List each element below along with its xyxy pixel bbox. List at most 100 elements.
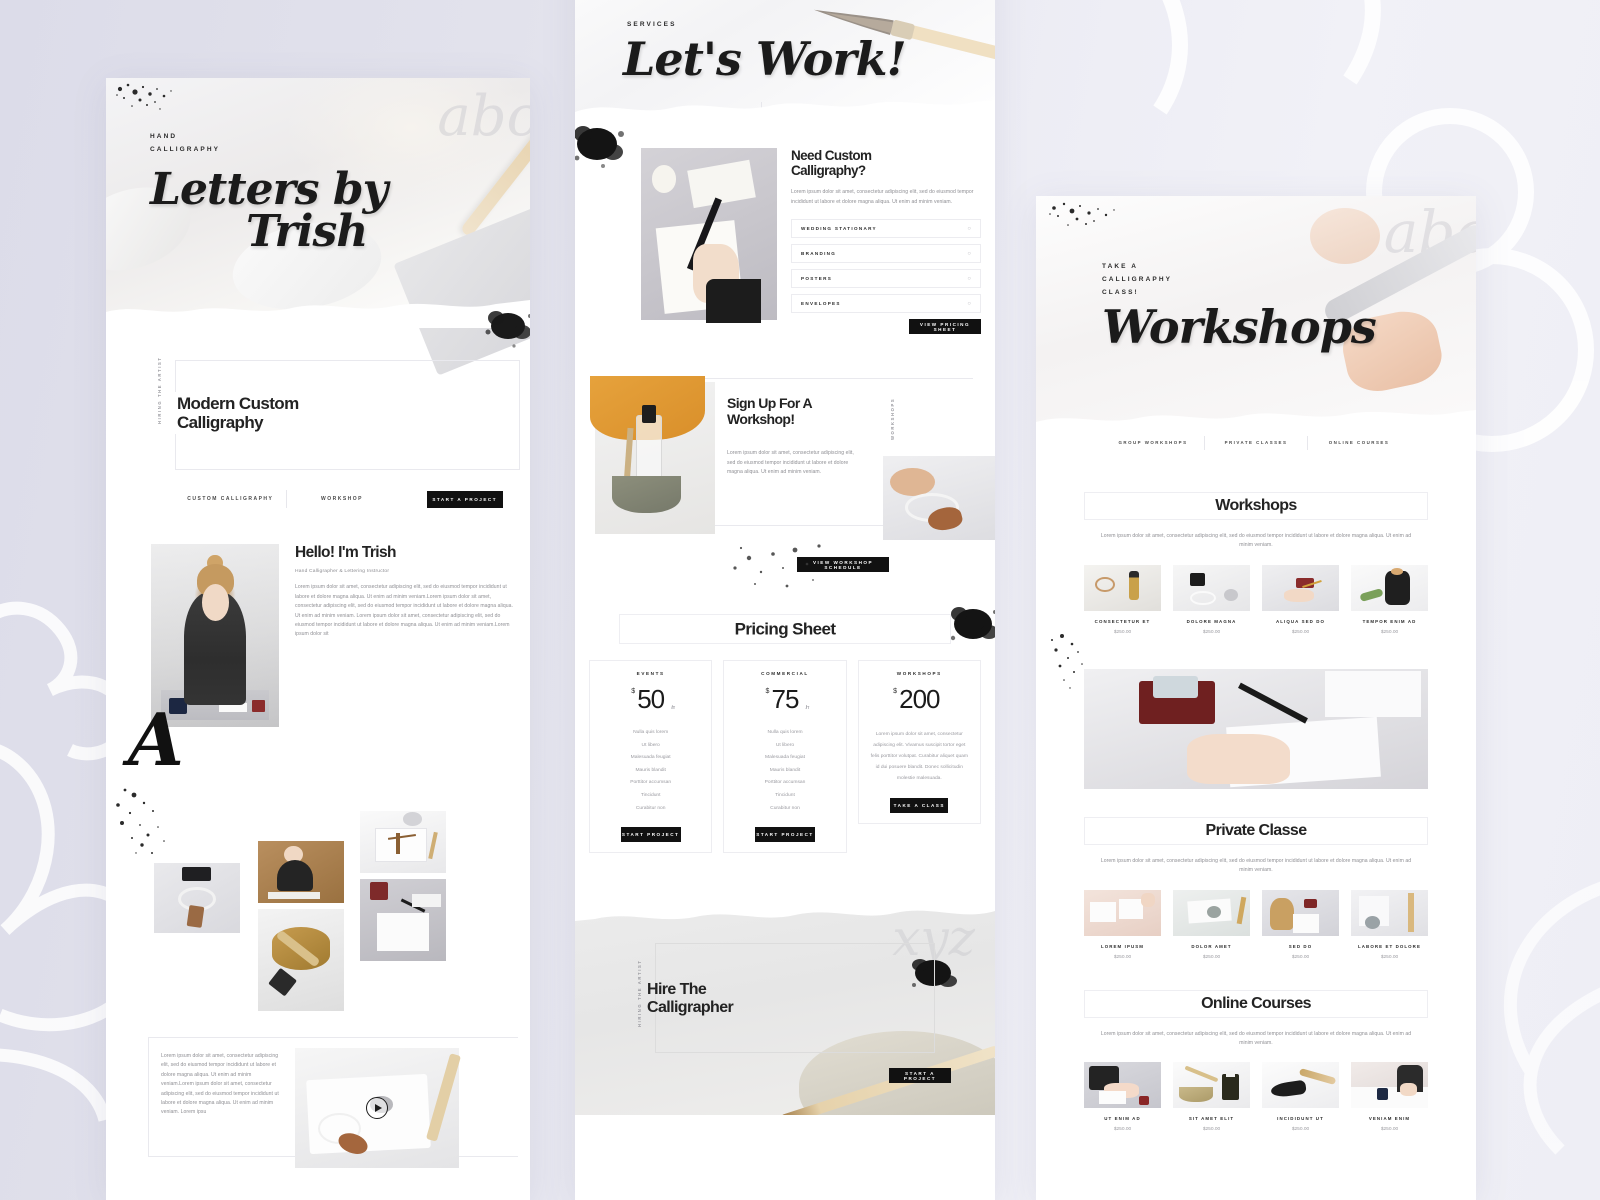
plan-feature: Mauris blandit: [635, 767, 666, 773]
view-pricing-sheet-button[interactable]: VIEW PRICING SHEET: [909, 319, 981, 335]
workshops-feature-photo: [1084, 668, 1428, 789]
play-icon[interactable]: [366, 1097, 388, 1119]
card-price: $250.00: [1202, 954, 1221, 960]
gallery-tile-3[interactable]: [258, 909, 344, 1011]
workshops-section-0: Workshops Lorem ipsum dolor sit amet, co…: [1084, 492, 1428, 635]
pricing-card-1[interactable]: COMMERCIAL $ 75 /hr Nulla quis lorem Ut …: [723, 660, 847, 854]
workshop-card[interactable]: ALIQUA SED DO $250.00: [1262, 564, 1339, 635]
workshop-card[interactable]: CONSECTETUR ET $250.00: [1084, 564, 1161, 635]
plan-feature: Nulla quis lorem: [767, 730, 803, 736]
accordion-label-1: BRANDING: [801, 251, 837, 257]
custom-body: Lorem ipsum dolor sit amet, consectetur …: [791, 189, 974, 205]
card-label: SIT AMET ELIT: [1188, 1116, 1235, 1122]
ink-splatter-icon-2: [116, 788, 165, 854]
card-label: DOLORE MAGNA: [1186, 618, 1237, 624]
online-course-card[interactable]: VENIAM ENIM $250.00: [1351, 1062, 1428, 1132]
section-2-cards: UT ENIM AD $250.00 SIT AMET ELIT $250.00: [1084, 1062, 1428, 1132]
mockup-home-page[interactable]: abc HAND CALLIGRAPHY Letters by Trish HI…: [106, 78, 530, 1200]
section-2-title: Online Courses: [1187, 994, 1325, 1013]
section-0-cards: CONSECTETUR ET $250.00 DOLORE MAGNA $250…: [1084, 564, 1428, 635]
plan-features-0: Nulla quis lorem Ut libero Malesuada feu…: [590, 727, 711, 815]
plus-icon[interactable]: ○: [967, 301, 971, 307]
card-image[interactable]: [1084, 1062, 1161, 1109]
workshop-card[interactable]: DOLORE MAGNA $250.00: [1173, 564, 1250, 635]
plan-feature: Malesuada feugiat: [765, 755, 805, 761]
card-image[interactable]: [1084, 889, 1161, 936]
mockup-workshops-page[interactable]: abc TAKE A CALLIGRAPHY CLASS! Workshops: [1036, 196, 1476, 1200]
private-class-card[interactable]: LABORE ET DOLORE $250.00: [1351, 889, 1428, 960]
home-nav-item-1[interactable]: WORKSHOP: [285, 490, 398, 508]
section-1-cards: LOREM IPUSM $250.00 DOLOR AMET $250.00 S…: [1084, 889, 1428, 960]
card-image[interactable]: [1262, 564, 1339, 611]
card-label: TEMPOR ENIM AD: [1362, 618, 1417, 624]
workshops-nav-item-1[interactable]: PRIVATE CLASSES: [1204, 434, 1307, 450]
private-class-card[interactable]: LOREM IPUSM $250.00: [1084, 889, 1161, 960]
accordion-item-0[interactable]: WEDDING STATIONARY ○: [791, 219, 981, 239]
services-hero: SERVICES Let's Work! CUSTOM CALLIGRAPHY …: [575, 0, 995, 132]
plan-cta-button-2[interactable]: TAKE A CLASS: [890, 798, 949, 814]
private-class-card[interactable]: SED DO $250.00: [1262, 889, 1339, 960]
gallery-tile-1[interactable]: [154, 863, 240, 933]
card-image[interactable]: [1351, 564, 1428, 611]
accordion-item-1[interactable]: BRANDING ○: [791, 244, 981, 264]
plus-icon[interactable]: ○: [967, 276, 971, 282]
accordion-item-2[interactable]: POSTERS ○: [791, 269, 981, 289]
pricing-card-0[interactable]: EVENTS $ 50 /hr Nulla quis lorem Ut libe…: [589, 660, 713, 854]
plan-feature: Ut libero: [775, 742, 795, 748]
accordion-item-3[interactable]: ENVELOPES ○: [791, 294, 981, 314]
hire-start-project-button[interactable]: START A PROJECT: [889, 1068, 951, 1084]
card-image[interactable]: [1173, 889, 1250, 936]
section-1-body: Lorem ipsum dolor sit amet, consectetur …: [1100, 857, 1412, 874]
hire-vertical-label: HIRING THE ARTIST: [637, 959, 642, 1028]
home-nav[interactable]: CUSTOM CALLIGRAPHY WORKSHOP START A PROJ…: [175, 490, 520, 508]
plan-currency-2: $: [893, 688, 897, 696]
plan-feature: Mauris blandit: [769, 767, 801, 773]
workshop-card[interactable]: TEMPOR ENIM AD $250.00: [1351, 564, 1428, 635]
video-thumbnail[interactable]: [295, 1048, 462, 1168]
card-image[interactable]: [1084, 564, 1161, 611]
hire-title-line1: Hire The: [647, 981, 707, 999]
card-image[interactable]: [1351, 1062, 1428, 1109]
card-image[interactable]: [1262, 889, 1339, 936]
card-image[interactable]: [1351, 889, 1428, 936]
workshops-nav[interactable]: GROUP WORKSHOPS PRIVATE CLASSES ONLINE C…: [1102, 434, 1410, 450]
workshops-nav-label-2: ONLINE COURSES: [1328, 439, 1390, 445]
gallery-tile-5[interactable]: [360, 879, 446, 961]
online-course-card[interactable]: INCIDIDUNT UT $250.00: [1262, 1062, 1339, 1132]
workshops-eyebrow-3: CLASS!: [1102, 289, 1139, 296]
section-0-body: Lorem ipsum dolor sit amet, consectetur …: [1100, 533, 1412, 549]
home-cta-cell[interactable]: START A PROJECT: [397, 490, 520, 508]
watermark-abc: abc: [437, 84, 530, 149]
plus-icon[interactable]: ○: [967, 251, 971, 257]
workshops-nav-item-0[interactable]: GROUP WORKSHOPS: [1102, 434, 1204, 450]
home-nav-item-0[interactable]: CUSTOM CALLIGRAPHY: [175, 490, 286, 508]
start-a-project-button[interactable]: START A PROJECT: [426, 490, 503, 508]
torn-paper-edge-2: [575, 100, 995, 132]
card-price: $250.00: [1113, 1127, 1132, 1133]
plan-features-1: Nulla quis lorem Ut libero Malesuada feu…: [724, 727, 845, 815]
services-accordion[interactable]: WEDDING STATIONARY ○ BRANDING ○ POSTERS …: [791, 219, 981, 314]
pricing-card-2[interactable]: WORKSHOPS $ 200 Lorem ipsum dolor sit am…: [857, 660, 981, 825]
card-image[interactable]: [1262, 1062, 1339, 1109]
plan-cta-button-0[interactable]: START PROJECT: [620, 827, 681, 843]
ink-blot-icon: [485, 311, 530, 348]
online-course-card[interactable]: UT ENIM AD $250.00: [1084, 1062, 1161, 1132]
pricing-title-rule: Pricing Sheet: [619, 614, 951, 645]
gallery-tile-4[interactable]: [360, 811, 446, 873]
plan-cta-button-1[interactable]: START PROJECT: [754, 827, 815, 843]
gallery-tile-2[interactable]: [258, 841, 344, 903]
custom-title-line1: Need Custom: [791, 148, 872, 163]
card-price: $250.00: [1291, 629, 1310, 635]
plus-icon[interactable]: ○: [967, 226, 971, 232]
private-class-card[interactable]: DOLOR AMET $250.00: [1173, 889, 1250, 960]
mockup-services-page[interactable]: SERVICES Let's Work! CUSTOM CALLIGRAPHY …: [575, 0, 995, 1200]
card-label: SED DO: [1288, 943, 1313, 949]
accordion-label-3: ENVELOPES: [801, 301, 841, 307]
online-course-card[interactable]: SIT AMET ELIT $250.00: [1173, 1062, 1250, 1132]
ink-splatter-icon: [116, 83, 172, 110]
signup-title-line2: Workshop!: [727, 410, 795, 427]
card-image[interactable]: [1173, 564, 1250, 611]
section-1-title: Private Classe: [1191, 821, 1321, 840]
card-image[interactable]: [1173, 1062, 1250, 1109]
workshops-nav-item-2[interactable]: ONLINE COURSES: [1307, 434, 1410, 450]
